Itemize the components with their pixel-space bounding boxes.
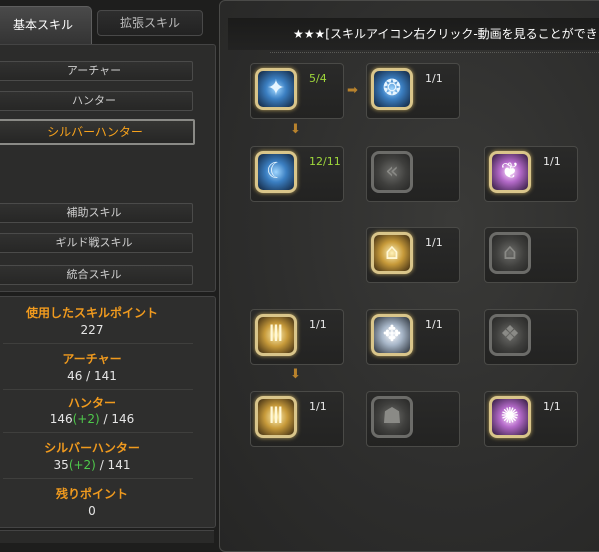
skill-slot[interactable]: « [366, 146, 460, 202]
menu-item-support-skills[interactable]: 補助スキル [0, 203, 193, 223]
skill-points-panel: 使用したスキルポイント 227 アーチャー 46 / 141 ハンター 146(… [0, 296, 216, 528]
skill-slot[interactable]: ⌂ [484, 227, 578, 283]
menu-item-archer[interactable]: アーチャー [0, 61, 193, 81]
blue-wing-skill-icon[interactable]: ✦ [255, 68, 297, 110]
gold-shrine-skill-icon[interactable]: ⌂ [371, 232, 413, 274]
skill-slot[interactable]: ❂ 1/1 [366, 63, 460, 119]
silver-hunter-points-label: シルバーハンター [44, 441, 140, 455]
silver-hunter-points-value: 35(+2) / 141 [0, 458, 187, 472]
menu-item-hunter[interactable]: ハンター [0, 91, 193, 111]
tab-extended-skills[interactable]: 拡張スキル [97, 10, 203, 36]
arrow-right-icon: ➡ [347, 83, 358, 98]
hunter-bonus: (+2) [72, 412, 100, 426]
menu-item-label: アーチャー [66, 64, 122, 77]
locked-arrow-skill-icon[interactable]: « [371, 151, 413, 193]
gold-pillar-skill-icon[interactable]: Ⅲ [255, 314, 297, 356]
class-menu-panel: アーチャー ハンター シルバーハンター 補助スキル ギルド戦スキル 統合スキル [0, 44, 216, 292]
video-hint-text: ★★★[スキルアイコン右クリック-動画を見ることができ [293, 27, 598, 41]
arrow-down-icon: ⬇ [290, 367, 301, 382]
skill-slot[interactable]: ❖ [484, 309, 578, 365]
skill-level: 12/11 [309, 155, 341, 168]
skill-slot[interactable]: ✥ 1/1 [366, 309, 460, 365]
skill-slot[interactable]: ❦ 1/1 [484, 146, 578, 202]
skill-slot[interactable]: ✦ 5/4 [250, 63, 344, 119]
silver-points: 35 [53, 458, 69, 472]
locked-shrine-skill-icon[interactable]: ⌂ [489, 232, 531, 274]
locked-rune-skill-icon[interactable]: ❖ [489, 314, 531, 356]
hunter-max: / 146 [103, 412, 135, 426]
archer-points-label: アーチャー [62, 352, 122, 366]
hunter-points-label: ハンター [67, 396, 116, 410]
tab-basic-skills[interactable]: 基本スキル [0, 6, 92, 45]
silver-eagle-skill-icon[interactable]: ✥ [371, 314, 413, 356]
divider [3, 343, 193, 344]
skill-slot[interactable]: Ⅲ 1/1 [250, 309, 344, 365]
archer-points-value: 46 / 141 [67, 369, 117, 383]
skill-level: 1/1 [425, 318, 443, 331]
blue-crest-skill-icon[interactable]: ❂ [371, 68, 413, 110]
divider [3, 432, 193, 433]
remaining-points-value: 0 [88, 504, 96, 518]
skill-level: 1/1 [543, 400, 561, 413]
hunter-points: 146 [49, 412, 73, 426]
blue-crescent-skill-icon[interactable]: ☾ [255, 151, 297, 193]
skill-level: 1/1 [309, 400, 327, 413]
remaining-points-label: 残りポイント [55, 487, 128, 501]
used-points-label: 使用したスキルポイント [25, 306, 158, 320]
purple-beast-skill-icon[interactable]: ❦ [489, 151, 531, 193]
divider [3, 389, 193, 390]
purple-spiral-skill-icon[interactable]: ✺ [489, 396, 531, 438]
skill-level: 1/1 [425, 236, 443, 249]
arrow-down-icon: ⬇ [290, 122, 301, 137]
skill-level: 1/1 [425, 72, 443, 85]
skill-level: 5/4 [309, 72, 327, 85]
dotted-divider [270, 52, 599, 53]
menu-item-label: 統合スキル [66, 268, 122, 281]
menu-item-label: シルバーハンター [47, 125, 143, 139]
locked-mask-skill-icon[interactable]: ☗ [371, 396, 413, 438]
tab-extended-skills-label: 拡張スキル [119, 16, 180, 30]
tab-basic-skills-label: 基本スキル [12, 18, 73, 32]
divider [3, 478, 193, 479]
menu-item-label: ハンター [72, 94, 116, 107]
skill-slot[interactable]: ✺ 1/1 [484, 391, 578, 447]
menu-item-silver-hunter[interactable]: シルバーハンター [0, 119, 195, 145]
skill-slot[interactable]: ⌂ 1/1 [366, 227, 460, 283]
gold-pillar-skill-icon[interactable]: Ⅲ [255, 396, 297, 438]
menu-item-integrated-skills[interactable]: 統合スキル [0, 265, 193, 285]
used-points-value: 227 [80, 323, 104, 337]
menu-item-label: ギルド戦スキル [55, 236, 133, 249]
bottom-strip [0, 530, 214, 543]
skill-level: 1/1 [309, 318, 327, 331]
silver-bonus: (+2) [68, 458, 96, 472]
hunter-points-value: 146(+2) / 146 [0, 412, 187, 426]
silver-max: / 141 [99, 458, 131, 472]
skill-slot[interactable]: ☾ 12/11 [250, 146, 344, 202]
skill-slot[interactable]: Ⅲ 1/1 [250, 391, 344, 447]
menu-item-guild-war-skills[interactable]: ギルド戦スキル [0, 233, 193, 253]
menu-item-label: 補助スキル [66, 206, 122, 219]
skill-level: 1/1 [543, 155, 561, 168]
skill-slot[interactable]: ☗ [366, 391, 460, 447]
